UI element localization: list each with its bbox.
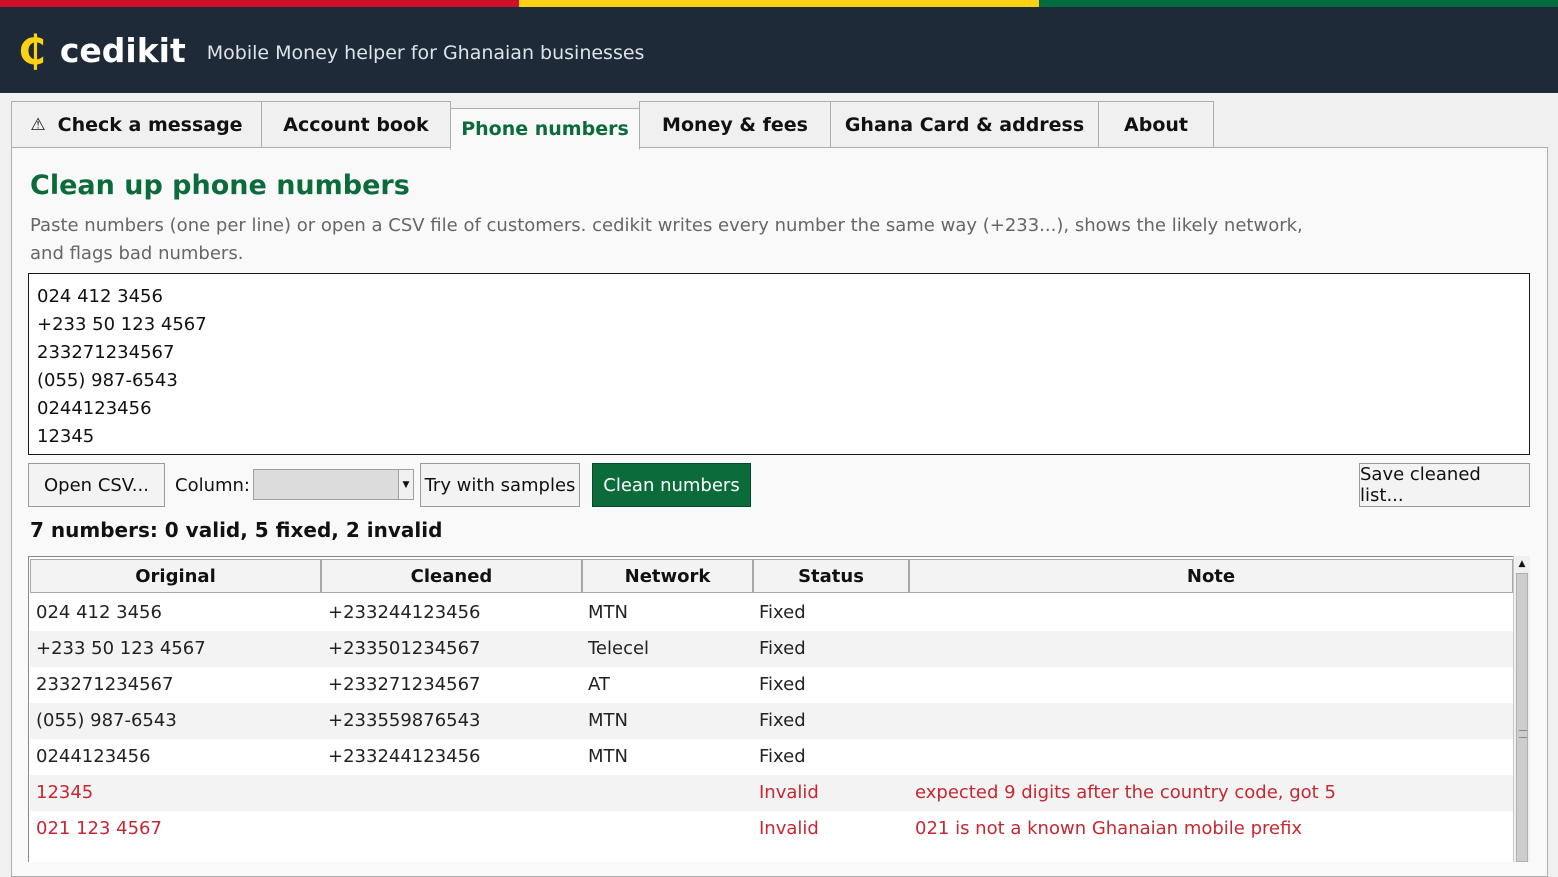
column-header-cleaned[interactable]: Cleaned xyxy=(321,559,582,593)
flag-gold-band xyxy=(519,0,1039,7)
cell-network: Telecel xyxy=(588,638,650,659)
numbers-textarea[interactable]: 024 412 3456 +233 50 123 4567 2332712345… xyxy=(28,273,1530,455)
column-select[interactable]: ▼ xyxy=(253,469,414,500)
cell-cleaned: +233244123456 xyxy=(328,746,481,767)
warning-icon: ⚠ xyxy=(30,115,46,135)
cell-network: MTN xyxy=(588,710,628,731)
input-line: (055) 987-6543 xyxy=(37,370,178,391)
cell-cleaned: +233559876543 xyxy=(328,710,481,731)
input-line: +233 50 123 4567 xyxy=(37,314,207,335)
clean-numbers-button[interactable]: Clean numbers xyxy=(592,463,751,507)
app-name: cedikit xyxy=(59,30,186,70)
input-line: 0244123456 xyxy=(37,398,152,419)
scroll-up-icon[interactable]: ▲ xyxy=(1514,556,1530,572)
cell-original: 021 123 4567 xyxy=(36,818,162,839)
chevron-down-icon[interactable]: ▼ xyxy=(398,470,413,499)
table-row[interactable]: +233 50 123 4567 +233501234567 Telecel Fixe… xyxy=(30,631,1513,667)
app-tagline: Mobile Money helper for Ghanaian busines… xyxy=(206,42,645,64)
results-table: Original Cleaned Network Status Note 024… xyxy=(28,556,1530,862)
input-line: 024 412 3456 xyxy=(37,286,163,307)
tab-label: Ghana Card & address xyxy=(844,114,1085,136)
table-row[interactable]: 024 412 3456 +233244123456 MTN Fixed xyxy=(30,595,1513,631)
cell-status: Fixed xyxy=(759,710,806,731)
cell-original: 233271234567 xyxy=(36,674,174,695)
tab-money-fees[interactable]: Money & fees xyxy=(639,101,831,148)
cell-network: MTN xyxy=(588,746,628,767)
tab-label: Money & fees xyxy=(662,114,808,136)
cell-original: 0244123456 xyxy=(36,746,151,767)
cell-status: Invalid xyxy=(759,818,819,839)
table-row[interactable]: 233271234567 +233271234567 AT Fixed xyxy=(30,667,1513,703)
tab-label: Check a message xyxy=(57,114,243,136)
results-summary: 7 numbers: 0 valid, 5 fixed, 2 invalid xyxy=(30,518,443,542)
cell-note: 021 is not a known Ghanaian mobile prefi… xyxy=(915,818,1303,839)
app-header: ₵ cedikit Mobile Money helper for Ghanai… xyxy=(0,7,1558,93)
column-header-network[interactable]: Network xyxy=(582,559,753,593)
cell-original: 024 412 3456 xyxy=(36,602,162,623)
table-scrollbar[interactable]: ▲ xyxy=(1513,556,1530,862)
flag-strip xyxy=(0,0,1558,7)
cell-network: MTN xyxy=(588,602,628,623)
cell-cleaned: +233501234567 xyxy=(328,638,481,659)
grip-icon xyxy=(1519,730,1527,738)
cell-note: expected 9 digits after the country code… xyxy=(915,782,1336,803)
cell-original: 12345 xyxy=(36,782,94,803)
page-description: Paste numbers (one per line) or open a C… xyxy=(30,215,1303,264)
tab-label: About xyxy=(1124,114,1188,136)
tab-label: Phone numbers xyxy=(461,118,629,140)
tab-phone-numbers[interactable]: Phone numbers xyxy=(450,108,640,150)
table-row[interactable]: 021 123 4567 Invalid 021 is not a known Gh… xyxy=(30,811,1513,847)
cell-status: Fixed xyxy=(759,602,806,623)
flag-green-band xyxy=(1038,0,1558,7)
table-row[interactable]: (055) 987-6543 +233559876543 MTN Fixed xyxy=(30,703,1513,739)
tab-label: Account book xyxy=(283,114,429,136)
table-row[interactable]: 12345 Invalid expected 9 digits after the … xyxy=(30,775,1513,811)
page-title: Clean up phone numbers xyxy=(30,170,410,201)
column-header-note[interactable]: Note xyxy=(909,559,1513,593)
column-header-status[interactable]: Status xyxy=(753,559,909,593)
tab-ghana-card-address[interactable]: Ghana Card & address xyxy=(830,101,1099,148)
column-label: Column: xyxy=(175,475,250,496)
tab-bar: ⚠ Check a message Account book Phone num… xyxy=(11,101,1241,150)
cell-cleaned: +233244123456 xyxy=(328,602,481,623)
save-cleaned-list-button[interactable]: Save cleaned list... xyxy=(1359,463,1530,507)
scrollbar-thumb[interactable] xyxy=(1516,573,1528,862)
open-csv-button[interactable]: Open CSV... xyxy=(28,463,165,507)
flag-red-band xyxy=(0,0,520,7)
tab-about[interactable]: About xyxy=(1098,101,1214,148)
column-header-original[interactable]: Original xyxy=(30,559,321,593)
cell-status: Fixed xyxy=(759,638,806,659)
cell-original: (055) 987-6543 xyxy=(36,710,177,731)
cedi-logo-icon: ₵ xyxy=(18,28,46,74)
cell-status: Fixed xyxy=(759,746,806,767)
cell-status: Fixed xyxy=(759,674,806,695)
input-line: 12345 xyxy=(37,426,95,447)
tab-check-message[interactable]: ⚠ Check a message xyxy=(11,101,262,148)
cell-cleaned: +233271234567 xyxy=(328,674,481,695)
tab-account-book[interactable]: Account book xyxy=(261,101,451,148)
table-row[interactable]: 0244123456 +233244123456 MTN Fixed xyxy=(30,739,1513,775)
cell-original: +233 50 123 4567 xyxy=(36,638,206,659)
try-samples-button[interactable]: Try with samples xyxy=(420,463,580,507)
cell-status: Invalid xyxy=(759,782,819,803)
cell-network: AT xyxy=(588,674,610,695)
input-line: 233271234567 xyxy=(37,342,175,363)
